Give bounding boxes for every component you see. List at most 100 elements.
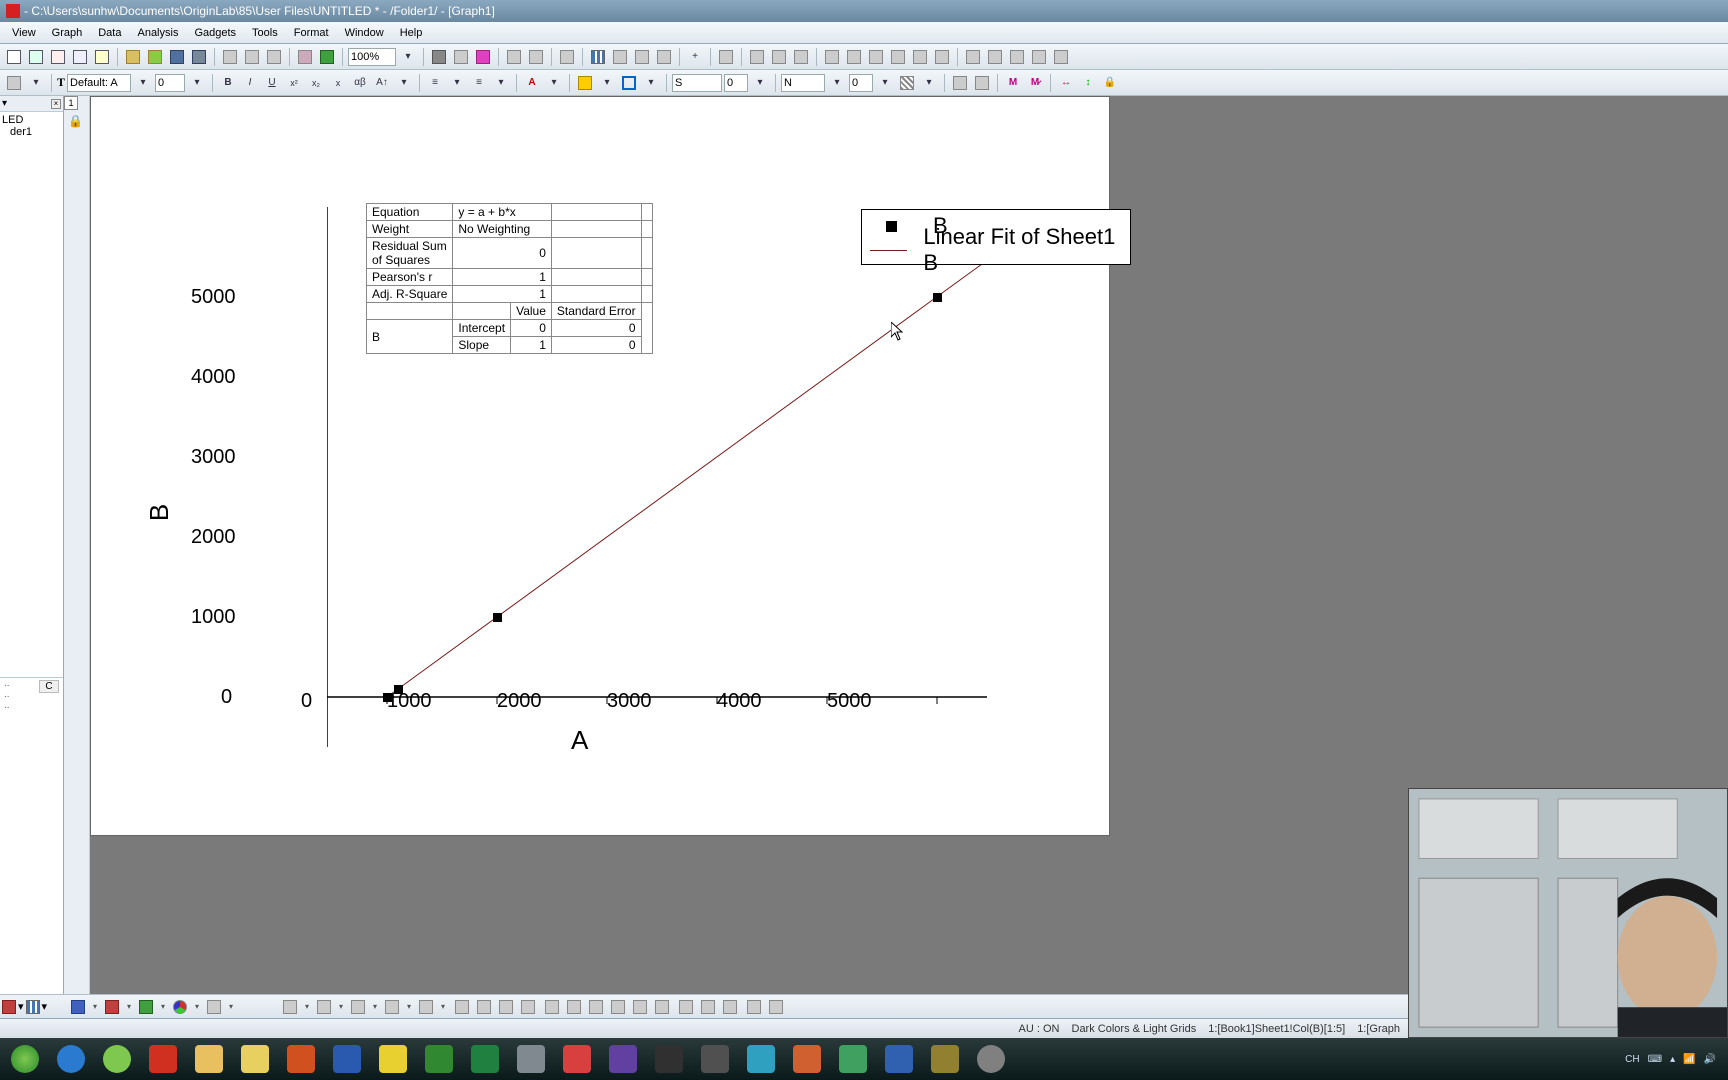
system-tray[interactable]: CH ⌨ ▴ 📶 🔊: [1625, 1054, 1724, 1065]
pe-tree[interactable]: LED der1: [0, 112, 63, 678]
lw1-dd[interactable]: ▾: [750, 73, 770, 93]
excel-button[interactable]: [464, 1042, 506, 1076]
align-dd[interactable]: ▾: [447, 73, 467, 93]
app-yellow-button[interactable]: [372, 1042, 414, 1076]
pe-col-header[interactable]: C: [39, 680, 59, 693]
new-workbook-button[interactable]: [4, 47, 24, 67]
pe-dropdown-icon[interactable]: ▾: [2, 98, 7, 109]
tool-zoom-button[interactable]: [314, 997, 334, 1017]
app-purple-button[interactable]: [602, 1042, 644, 1076]
app-dark-button[interactable]: [648, 1042, 690, 1076]
front-button[interactable]: [586, 997, 606, 1017]
axis-break-button[interactable]: [932, 47, 952, 67]
plot-3d-button[interactable]: [204, 997, 224, 1017]
align-left-button[interactable]: [452, 997, 472, 1017]
grid-3-button[interactable]: [1007, 47, 1027, 67]
plot-line-dd[interactable]: ▾: [90, 997, 100, 1017]
save-button[interactable]: [167, 47, 187, 67]
graph-window[interactable]: 0 1000 2000 3000 4000 5000 0 1000 2000 3…: [90, 96, 1110, 836]
legend-box[interactable]: B Linear Fit of Sheet1 B: [861, 209, 1131, 265]
new-notes-button[interactable]: [92, 47, 112, 67]
font-name-dd[interactable]: ▾: [133, 73, 153, 93]
plot-scatter-dd[interactable]: [2, 1000, 16, 1014]
add-plot-button[interactable]: [632, 47, 652, 67]
new-matrix-button[interactable]: [26, 47, 46, 67]
valign-button[interactable]: ≡: [469, 73, 489, 93]
zoom-dropdown[interactable]: ▾: [398, 47, 418, 67]
open-button[interactable]: [123, 47, 143, 67]
app-gray-button[interactable]: [694, 1042, 736, 1076]
menu-analysis[interactable]: Analysis: [129, 25, 186, 41]
tool-annotate-button[interactable]: [382, 997, 402, 1017]
fill-color-button[interactable]: [575, 73, 595, 93]
line-style-combo[interactable]: [672, 74, 722, 92]
tray-up-icon[interactable]: ▴: [1670, 1054, 1675, 1065]
fill-color-dd[interactable]: ▾: [597, 73, 617, 93]
tray-net-icon[interactable]: 📶: [1683, 1054, 1695, 1065]
stats-button[interactable]: [654, 47, 674, 67]
greek-button[interactable]: αβ: [350, 73, 370, 93]
explorer-button[interactable]: [188, 1042, 230, 1076]
axis-left-button[interactable]: [822, 47, 842, 67]
grid-4-button[interactable]: [1029, 47, 1049, 67]
pe-root[interactable]: LED: [2, 114, 61, 126]
app-circle-button[interactable]: [970, 1042, 1012, 1076]
grid-2-button[interactable]: [985, 47, 1005, 67]
plot-bar-dd[interactable]: [26, 1000, 40, 1014]
recalc-button[interactable]: [317, 47, 337, 67]
mask-m-button[interactable]: M: [1003, 73, 1023, 93]
plot-column-button[interactable]: [102, 997, 122, 1017]
line-width-1[interactable]: [724, 74, 748, 92]
align-button[interactable]: ≡: [425, 73, 445, 93]
plot-pie-button[interactable]: [170, 997, 190, 1017]
layout-1-button[interactable]: [747, 47, 767, 67]
expand-button[interactable]: ↔: [1056, 73, 1076, 93]
layer-tab[interactable]: 1: [64, 96, 78, 110]
send-back-button[interactable]: [676, 997, 696, 1017]
rescale-button[interactable]: [588, 47, 608, 67]
slide-show-button[interactable]: [473, 47, 493, 67]
pe-close-icon[interactable]: ×: [51, 99, 61, 109]
menu-data[interactable]: Data: [90, 25, 129, 41]
tool-misc-1[interactable]: [557, 47, 577, 67]
plot-col-dd[interactable]: ▾: [124, 997, 134, 1017]
open-excel-button[interactable]: [145, 47, 165, 67]
pe-folder[interactable]: der1: [2, 126, 61, 138]
subscript-button[interactable]: x₂: [306, 73, 326, 93]
plot-area-button[interactable]: [136, 997, 156, 1017]
pattern-dd[interactable]: ▾: [919, 73, 939, 93]
axis-top-button[interactable]: [888, 47, 908, 67]
tray-kb-icon[interactable]: ⌨: [1648, 1054, 1662, 1065]
tool-pointer-button[interactable]: [280, 997, 300, 1017]
ie-button[interactable]: [50, 1042, 92, 1076]
save-template-button[interactable]: [189, 47, 209, 67]
align-top-button[interactable]: [518, 997, 538, 1017]
plot-bar-dd-arrow[interactable]: ▾: [42, 1000, 48, 1013]
lw2-dd[interactable]: ▾: [875, 73, 895, 93]
import-multiple-button[interactable]: [242, 47, 262, 67]
underline-button[interactable]: U: [262, 73, 282, 93]
app-orange-button[interactable]: [786, 1042, 828, 1076]
edge-dd[interactable]: ▾: [827, 73, 847, 93]
origin-button[interactable]: [556, 1042, 598, 1076]
menu-format[interactable]: Format: [286, 25, 337, 41]
tool-datareader-button[interactable]: [348, 997, 368, 1017]
grid-1-button[interactable]: [963, 47, 983, 67]
plot-pie-dd[interactable]: ▾: [192, 997, 202, 1017]
word-button[interactable]: [326, 1042, 368, 1076]
plot-3d-dd[interactable]: ▾: [226, 997, 236, 1017]
tool-region-dd[interactable]: ▾: [438, 997, 448, 1017]
menu-gadgets[interactable]: Gadgets: [186, 25, 244, 41]
menu-tools[interactable]: Tools: [244, 25, 286, 41]
align-center-button[interactable]: [474, 997, 494, 1017]
menu-view[interactable]: View: [4, 25, 44, 41]
menu-graph[interactable]: Graph: [44, 25, 91, 41]
font-size-dd[interactable]: ▾: [187, 73, 207, 93]
same-w-button[interactable]: [630, 997, 650, 1017]
plot-scatter-dd-arrow[interactable]: ▾: [18, 1000, 24, 1013]
layout-2-button[interactable]: [769, 47, 789, 67]
line-color-dd[interactable]: ▾: [641, 73, 661, 93]
ppt-button[interactable]: [280, 1042, 322, 1076]
zoom-combo[interactable]: [348, 48, 396, 66]
menu-window[interactable]: Window: [337, 25, 392, 41]
